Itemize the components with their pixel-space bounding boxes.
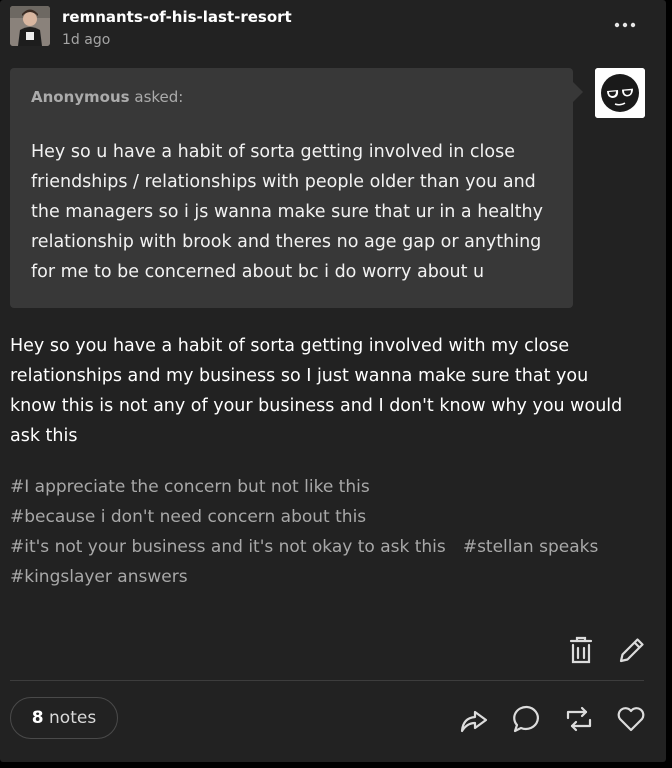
sunglasses-face-icon <box>595 68 645 118</box>
blog-avatar[interactable] <box>10 6 50 46</box>
ask-bubble-tail <box>573 82 583 102</box>
tag[interactable]: #kingslayer answers <box>10 567 188 587</box>
answer-text: Hey so you have a habit of sorta getting… <box>10 336 623 446</box>
pencil-icon[interactable] <box>616 634 648 666</box>
trash-icon[interactable] <box>565 634 597 666</box>
asked-label: asked: <box>134 88 184 106</box>
tag[interactable]: #I appreciate the concern but not like t… <box>10 477 370 497</box>
asker-name[interactable]: Anonymous <box>31 88 130 106</box>
avatar-photo <box>10 6 50 46</box>
post-timestamp[interactable]: 1d ago <box>62 32 110 48</box>
asker-line: Anonymous asked: <box>31 88 183 106</box>
notes-button[interactable]: 8 notes <box>10 697 118 739</box>
ask-bubble: Anonymous asked: Hey so u have a habit o… <box>10 68 573 308</box>
post-card: remnants-of-his-last-resort 1d ago Anony… <box>0 0 666 762</box>
notes-count: 8 <box>31 708 44 728</box>
reply-icon[interactable] <box>511 703 543 735</box>
meatball-menu-icon[interactable] <box>611 15 639 35</box>
reblog-icon[interactable] <box>563 703 595 735</box>
ask-question: Hey so u have a habit of sorta getting i… <box>31 142 543 282</box>
footer-divider <box>10 680 644 681</box>
tag-row: #kingslayer answers <box>10 562 650 592</box>
blog-name[interactable]: remnants-of-his-last-resort <box>62 8 292 26</box>
share-icon[interactable] <box>458 703 490 735</box>
tag-row: #I appreciate the concern but not like t… <box>10 472 650 502</box>
like-icon[interactable] <box>615 703 647 735</box>
tag[interactable]: #it's not your business and it's not oka… <box>10 537 446 557</box>
tag-row: #it's not your business and it's not oka… <box>10 532 650 562</box>
tag-row: #because i don't need concern about this <box>10 502 650 532</box>
tag[interactable]: #stellan speaks <box>463 537 599 557</box>
notes-label: notes <box>49 708 97 728</box>
tag-list: #I appreciate the concern but not like t… <box>10 472 650 592</box>
tag[interactable]: #because i don't need concern about this <box>10 507 366 527</box>
